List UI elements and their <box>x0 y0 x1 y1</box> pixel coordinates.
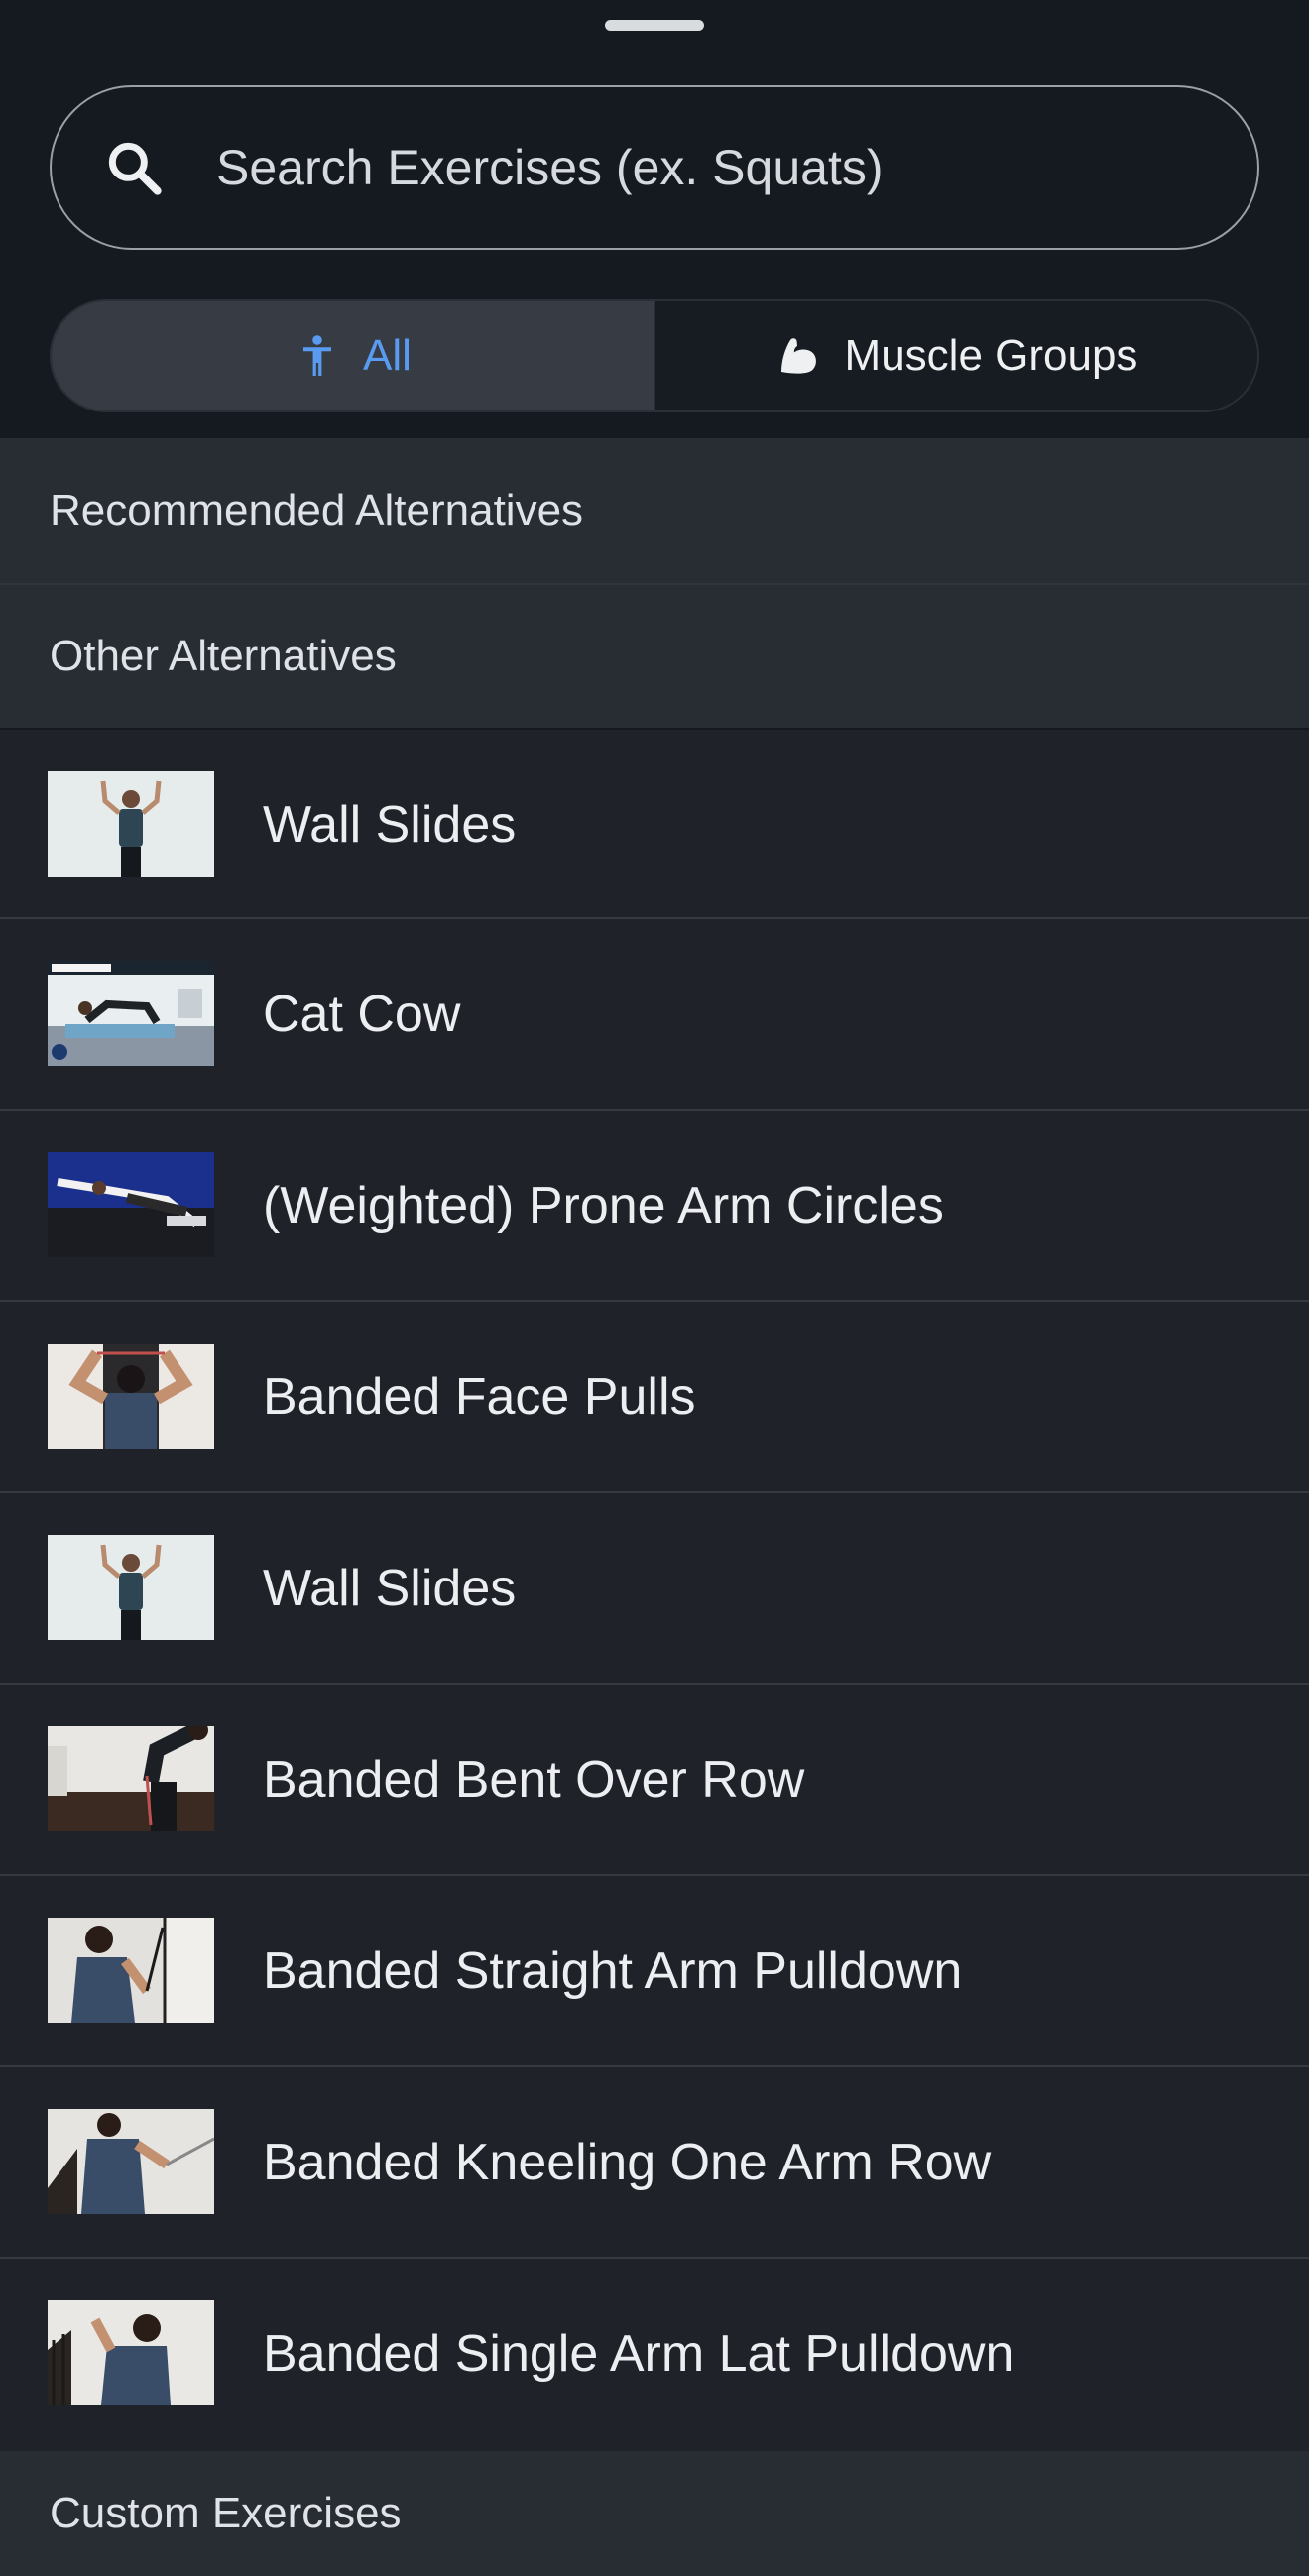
exercise-name: Banded Straight Arm Pulldown <box>263 1941 963 2000</box>
exercise-row[interactable]: Banded Straight Arm Pulldown <box>0 1876 1309 2067</box>
picker-header: All Muscle Groups <box>0 0 1309 438</box>
section-custom-exercises: Custom Exercises <box>0 2451 1309 2576</box>
exercise-thumbnail <box>48 771 214 877</box>
tab-all-label: All <box>363 331 412 380</box>
exercise-name: Banded Single Arm Lat Pulldown <box>263 2324 1014 2383</box>
exercise-thumbnail <box>48 1152 214 1257</box>
exercise-row[interactable]: Wall Slides <box>0 1493 1309 1685</box>
exercise-row[interactable]: Banded Face Pulls <box>0 1302 1309 1493</box>
exercise-name: Cat Cow <box>263 985 461 1043</box>
exercise-thumbnail <box>48 1535 214 1640</box>
exercise-name: Banded Bent Over Row <box>263 1750 805 1809</box>
exercise-list: Wall Slides Cat Cow (Weighted) Prone Arm… <box>0 728 1309 2450</box>
search-bar[interactable] <box>50 85 1259 250</box>
exercise-thumbnail <box>48 1726 214 1831</box>
tab-muscle-groups[interactable]: Muscle Groups <box>654 301 1257 410</box>
exercise-name: (Weighted) Prone Arm Circles <box>263 1176 944 1234</box>
search-input[interactable] <box>216 87 1208 248</box>
exercise-thumbnail <box>48 961 214 1066</box>
section-recommended-alternatives: Recommended Alternatives <box>0 438 1309 583</box>
exercise-name: Wall Slides <box>263 795 517 854</box>
exercise-row[interactable]: Cat Cow <box>0 919 1309 1111</box>
exercise-row[interactable]: Wall Slides <box>0 728 1309 919</box>
person-icon <box>303 335 332 376</box>
exercise-thumbnail <box>48 1918 214 2023</box>
tab-all[interactable]: All <box>52 301 654 410</box>
exercise-name: Wall Slides <box>263 1559 517 1617</box>
section-title: Custom Exercises <box>50 2489 402 2537</box>
exercise-name: Banded Face Pulls <box>263 1367 696 1426</box>
exercise-thumbnail <box>48 2109 214 2214</box>
exercise-thumbnail <box>48 2300 214 2405</box>
exercise-thumbnail <box>48 1344 214 1449</box>
exercise-row[interactable]: Banded Single Arm Lat Pulldown <box>0 2259 1309 2450</box>
tab-muscle-groups-label: Muscle Groups <box>844 331 1138 380</box>
exercise-row[interactable]: Banded Kneeling One Arm Row <box>0 2067 1309 2259</box>
filter-segmented-control: All Muscle Groups <box>50 299 1259 412</box>
section-title: Other Alternatives <box>50 632 397 680</box>
exercise-row[interactable]: (Weighted) Prone Arm Circles <box>0 1111 1309 1302</box>
exercise-picker-sheet: All Muscle Groups Recommended Alternativ… <box>0 0 1309 2576</box>
search-icon <box>108 142 162 195</box>
exercise-name: Banded Kneeling One Arm Row <box>263 2133 992 2191</box>
flexed-arm-icon <box>780 338 816 374</box>
section-title: Recommended Alternatives <box>50 486 584 534</box>
exercise-row[interactable]: Banded Bent Over Row <box>0 1685 1309 1876</box>
drag-handle[interactable] <box>605 20 704 31</box>
section-other-alternatives: Other Alternatives <box>0 583 1309 728</box>
